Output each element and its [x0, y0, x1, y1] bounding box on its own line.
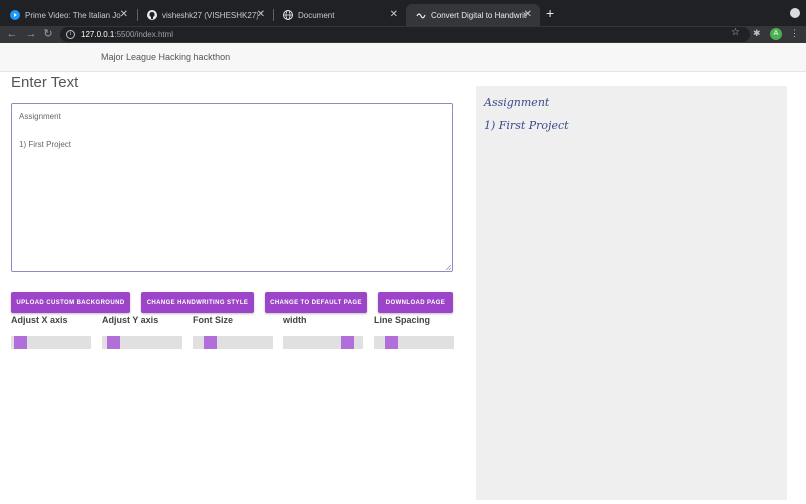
line-spacing-label: Line Spacing [374, 315, 431, 325]
slider-thumb[interactable] [14, 336, 27, 349]
github-icon [147, 10, 157, 20]
close-icon[interactable]: ✕ [524, 9, 532, 21]
tab-title: visheshk27 (VISHESHK27) [162, 10, 258, 20]
change-default-page-button[interactable]: CHANGE TO DEFAULT PAGE [265, 292, 367, 313]
close-icon[interactable]: ✕ [390, 9, 398, 21]
browser-toolbar: ← → ↻ i 127.0.0.1:5500/index.html ☆ ✱ A … [0, 26, 806, 43]
tab-convert-handwritten[interactable]: Convert Digital to Handwritten ✕ [406, 4, 540, 26]
slider-thumb[interactable] [204, 336, 217, 349]
close-icon[interactable]: ✕ [257, 9, 265, 21]
forward-icon[interactable]: → [24, 27, 38, 41]
back-icon[interactable]: ← [5, 27, 19, 41]
tab-prime-video[interactable]: Prime Video: The Italian Job (2 ✕ [0, 4, 136, 26]
adjust-y-label: Adjust Y axis [102, 315, 159, 325]
brand-title[interactable]: Major League Hacking hackthon [101, 52, 230, 62]
adjust-x-slider[interactable] [11, 336, 91, 349]
width-slider[interactable] [283, 336, 363, 349]
slider-thumb[interactable] [341, 336, 354, 349]
tab-title: Prime Video: The Italian Job (2 [25, 10, 121, 20]
url-host: 127.0.0.1 [81, 30, 115, 39]
url-path: :5500/index.html [114, 30, 174, 39]
bookmark-star-icon[interactable]: ☆ [731, 27, 740, 38]
close-icon[interactable]: ✕ [120, 9, 128, 21]
change-handwriting-style-button[interactable]: CHANGE HANDWRITING STYLE [141, 292, 254, 313]
tab-search-icon[interactable] [790, 8, 800, 18]
width-label: width [283, 315, 307, 325]
adjust-y-slider[interactable] [102, 336, 182, 349]
avatar[interactable]: A [770, 28, 782, 40]
line-spacing-slider[interactable] [374, 336, 454, 349]
text-input-area[interactable]: Assignment 1) First Project [11, 103, 453, 272]
preview-line: 1) First Project [484, 119, 569, 132]
handwriting-preview-page: Assignment 1) First Project [476, 86, 787, 500]
font-size-label: Font Size [193, 315, 233, 325]
reload-icon[interactable]: ↻ [41, 27, 55, 41]
site-info-icon[interactable]: i [66, 30, 75, 39]
tab-document[interactable]: Document ✕ [273, 4, 406, 26]
address-bar[interactable]: i 127.0.0.1:5500/index.html [60, 27, 750, 42]
page-title: Enter Text [11, 74, 79, 91]
globe-icon [283, 10, 293, 20]
menu-icon[interactable]: ⋮ [790, 28, 799, 39]
navbar: Major League Hacking hackthon [0, 43, 806, 72]
extensions-icon[interactable]: ✱ [753, 28, 761, 39]
download-page-button[interactable]: DOWNLOAD PAGE [378, 292, 453, 313]
slider-thumb[interactable] [385, 336, 398, 349]
adjust-x-label: Adjust X axis [11, 315, 68, 325]
handwriting-icon [416, 10, 426, 20]
preview-line: Assignment [484, 96, 550, 109]
font-size-slider[interactable] [193, 336, 273, 349]
upload-background-button[interactable]: UPLOAD CUSTOM BACKGROUND [11, 292, 130, 313]
new-tab-button[interactable]: + [546, 6, 554, 20]
resize-handle-icon[interactable] [445, 264, 452, 271]
prime-video-icon [10, 10, 20, 20]
web-page: Major League Hacking hackthon Enter Text… [0, 43, 806, 504]
tab-title: Document [298, 10, 335, 20]
slider-thumb[interactable] [107, 336, 120, 349]
browser-tab-strip: Prime Video: The Italian Job (2 ✕ vishes… [0, 0, 806, 26]
tab-title: Convert Digital to Handwritten [431, 10, 527, 20]
tab-github[interactable]: visheshk27 (VISHESHK27) ✕ [137, 4, 273, 26]
